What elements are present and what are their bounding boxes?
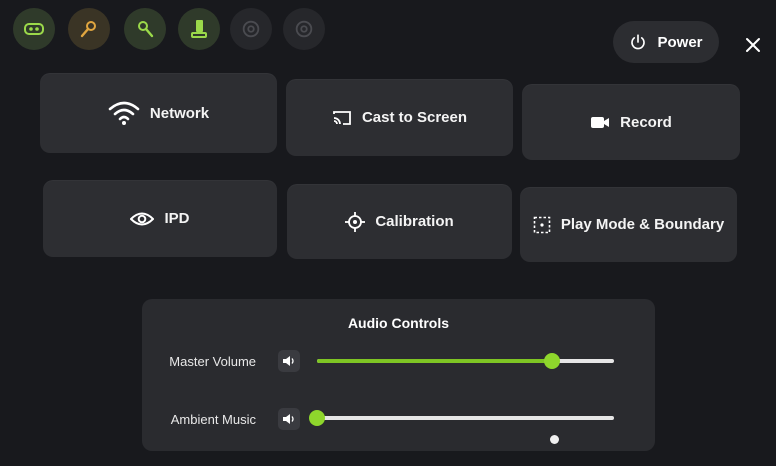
master-volume-thumb[interactable] (543, 353, 560, 369)
tracker-icon (295, 20, 313, 38)
cast-to-screen-tile[interactable]: Cast to Screen (286, 79, 513, 156)
boundary-icon (533, 216, 551, 233)
eye-icon (130, 212, 155, 225)
power-label: Power (657, 33, 703, 51)
calibration-tile[interactable]: Calibration (287, 184, 512, 259)
record-label: Record (620, 113, 672, 131)
controller-right-status-icon[interactable] (124, 8, 166, 50)
ipd-tile[interactable]: IPD (43, 180, 277, 257)
ambient-music-slider[interactable] (309, 410, 614, 426)
close-icon (746, 38, 760, 52)
wifi-icon (108, 101, 140, 125)
network-tile[interactable]: Network (40, 73, 277, 153)
device-icon (191, 20, 207, 38)
play-mode-boundary-label: Play Mode & Boundary (560, 216, 725, 233)
tracker-status-icon[interactable] (283, 8, 325, 50)
record-tile[interactable]: Record (522, 84, 740, 160)
ipd-label: IPD (164, 210, 190, 227)
master-volume-fill (317, 359, 552, 363)
power-icon (631, 34, 646, 50)
tracker-icon (242, 20, 260, 38)
close-button[interactable] (736, 28, 770, 62)
ambient-music-thumb[interactable] (309, 410, 325, 426)
tracker-status-icon[interactable] (230, 8, 272, 50)
speaker-icon[interactable] (278, 408, 300, 430)
record-icon (591, 117, 610, 128)
ambient-music-label: Ambient Music (170, 412, 256, 427)
master-volume-label: Master Volume (169, 354, 256, 369)
cast-to-screen-label: Cast to Screen (361, 109, 468, 126)
headset-status-icon[interactable] (13, 8, 55, 50)
crosshair-icon (345, 211, 366, 232)
headset-icon (24, 23, 44, 35)
play-mode-boundary-tile[interactable]: Play Mode & Boundary (520, 187, 737, 262)
calibration-label: Calibration (375, 213, 454, 230)
controller-left-icon (80, 21, 96, 38)
controller-left-status-icon[interactable] (68, 8, 110, 50)
master-volume-slider[interactable] (317, 353, 614, 369)
audio-controls-panel: Audio Controls Master Volume Ambient Mus… (142, 299, 655, 451)
cast-icon (333, 110, 351, 125)
speaker-icon[interactable] (278, 350, 300, 372)
pointer-cursor (550, 435, 559, 444)
device-status-icon[interactable] (178, 8, 220, 50)
controller-right-icon (138, 21, 154, 38)
network-label: Network (149, 104, 210, 122)
power-button[interactable]: Power (613, 21, 719, 63)
audio-controls-title: Audio Controls (347, 315, 450, 331)
